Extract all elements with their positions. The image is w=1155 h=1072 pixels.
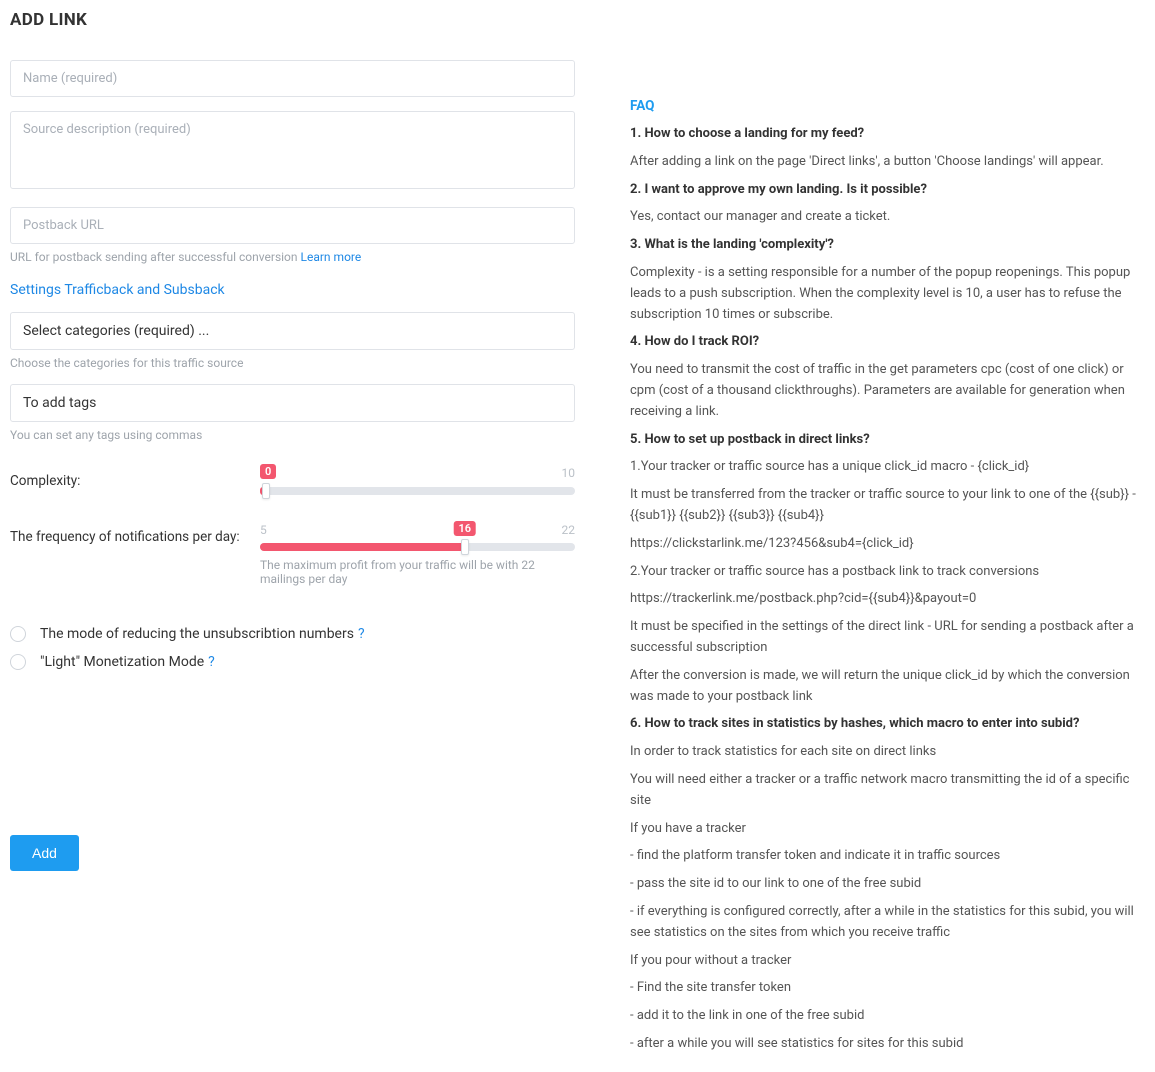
- faq-a6d: - find the platform transfer token and i…: [630, 846, 1145, 867]
- complexity-label: Complexity:: [10, 473, 260, 489]
- reduce-unsub-checkbox[interactable]: [10, 626, 26, 642]
- faq-a5d: 2.Your tracker or traffic source has a p…: [630, 562, 1145, 583]
- faq-a6a: In order to track statistics for each si…: [630, 742, 1145, 763]
- faq-a5b: It must be transferred from the tracker …: [630, 485, 1145, 527]
- faq-q5: 5. How to set up postback in direct link…: [630, 430, 1145, 451]
- light-mode-label: "Light" Monetization Mode: [40, 654, 204, 670]
- frequency-min: 5: [260, 523, 267, 537]
- description-input[interactable]: [10, 111, 575, 189]
- faq-a6g: If you pour without a tracker: [630, 951, 1145, 972]
- categories-hint: Choose the categories for this traffic s…: [10, 356, 575, 370]
- frequency-value-badge: 16: [453, 521, 476, 536]
- help-icon[interactable]: ?: [208, 654, 215, 670]
- faq-a6e: - pass the site id to our link to one of…: [630, 874, 1145, 895]
- tags-input[interactable]: To add tags: [10, 384, 575, 422]
- faq-a6f: - if everything is configured correctly,…: [630, 902, 1145, 944]
- faq-a6b: You will need either a tracker or a traf…: [630, 770, 1145, 812]
- faq-a6c: If you have a tracker: [630, 819, 1145, 840]
- faq-q2: 2. I want to approve my own landing. Is …: [630, 180, 1145, 201]
- name-input[interactable]: [10, 60, 575, 97]
- add-button[interactable]: Add: [10, 835, 79, 871]
- reduce-unsub-label: The mode of reducing the unsubscribtion …: [40, 626, 354, 642]
- complexity-max: 10: [562, 466, 576, 481]
- help-icon[interactable]: ?: [358, 626, 365, 642]
- faq-a5g: After the conversion is made, we will re…: [630, 666, 1145, 708]
- faq-a5f: It must be specified in the settings of …: [630, 617, 1145, 659]
- postback-hint: URL for postback sending after successfu…: [10, 250, 575, 264]
- faq-a3: Complexity - is a setting responsible fo…: [630, 263, 1145, 325]
- faq-q4: 4. How do I track ROI?: [630, 332, 1145, 353]
- frequency-handle[interactable]: [461, 539, 469, 555]
- faq-a5e: https://trackerlink.me/postback.php?cid=…: [630, 589, 1145, 610]
- frequency-label: The frequency of notifications per day:: [10, 529, 260, 545]
- trafficback-link[interactable]: Settings Trafficback and Subsback: [10, 282, 225, 298]
- complexity-value-badge: 0: [260, 464, 276, 479]
- complexity-handle[interactable]: [262, 483, 270, 499]
- faq-a4: You need to transmit the cost of traffic…: [630, 360, 1145, 422]
- light-mode-checkbox[interactable]: [10, 654, 26, 670]
- faq-q6: 6. How to track sites in statistics by h…: [630, 714, 1145, 735]
- frequency-slider[interactable]: 16: [260, 543, 575, 551]
- form-panel: URL for postback sending after successfu…: [10, 60, 575, 1062]
- learn-more-link[interactable]: Learn more: [301, 250, 362, 264]
- faq-title: FAQ: [630, 98, 1145, 114]
- faq-a1: After adding a link on the page 'Direct …: [630, 152, 1145, 173]
- faq-a6i: - add it to the link in one of the free …: [630, 1006, 1145, 1027]
- faq-q1: 1. How to choose a landing for my feed?: [630, 124, 1145, 145]
- complexity-slider[interactable]: [260, 487, 575, 495]
- faq-a6h: - Find the site transfer token: [630, 978, 1145, 999]
- faq-panel: FAQ 1. How to choose a landing for my fe…: [630, 60, 1145, 1062]
- frequency-max: 22: [562, 523, 576, 537]
- faq-a2: Yes, contact our manager and create a ti…: [630, 207, 1145, 228]
- faq-a5c: https://clickstarlink.me/123?456&sub4={c…: [630, 534, 1145, 555]
- page-title: ADD LINK: [10, 10, 1145, 30]
- frequency-note: The maximum profit from your traffic wil…: [260, 558, 575, 586]
- tags-hint: You can set any tags using commas: [10, 428, 575, 442]
- faq-q3: 3. What is the landing 'complexity'?: [630, 235, 1145, 256]
- faq-a5a: 1.Your tracker or traffic source has a u…: [630, 457, 1145, 478]
- faq-a6j: - after a while you will see statistics …: [630, 1034, 1145, 1055]
- postback-url-input[interactable]: [10, 207, 575, 244]
- categories-select[interactable]: Select categories (required) ...: [10, 312, 575, 350]
